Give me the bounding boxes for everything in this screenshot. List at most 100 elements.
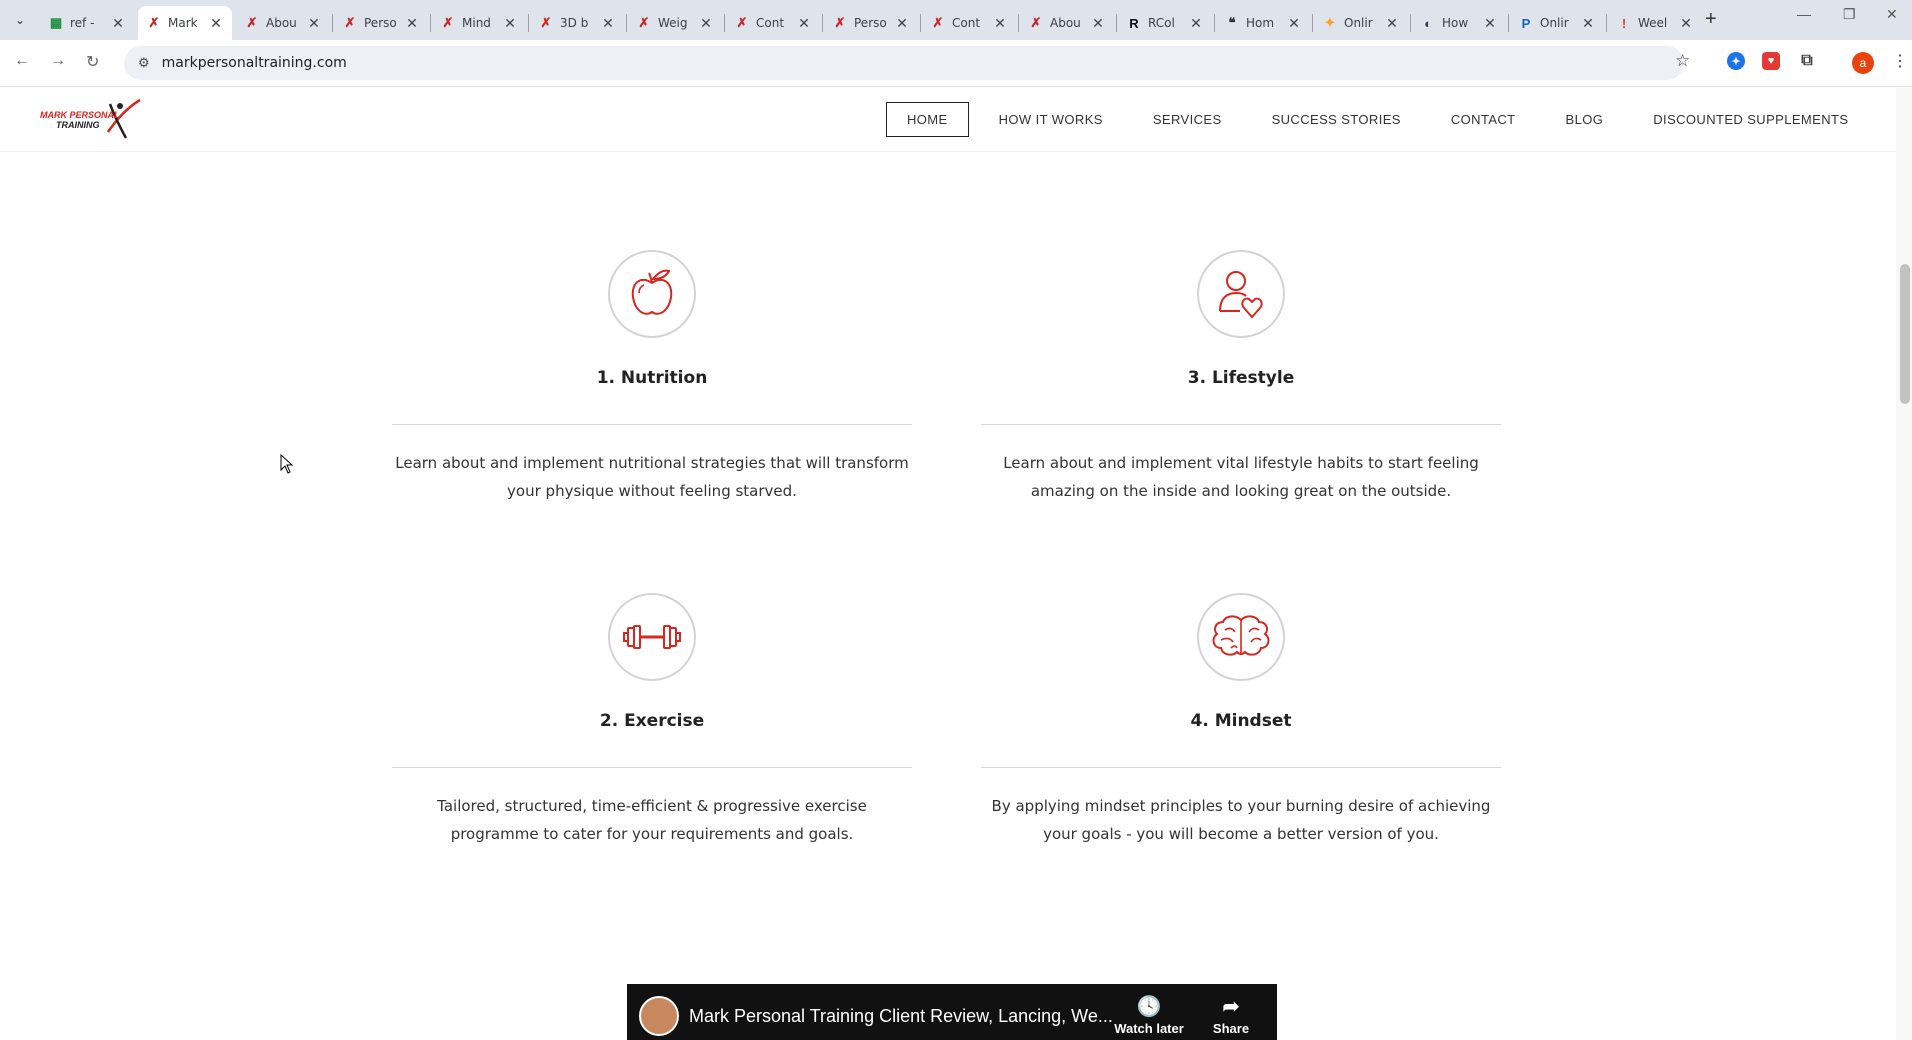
site-logo[interactable]: MARK PERSONAL TRAINING — [38, 98, 146, 140]
tab-title: Onlir — [1344, 16, 1373, 30]
youtube-video-embed[interactable]: Mark Personal Training Client Review, La… — [627, 984, 1277, 1040]
back-icon[interactable]: ← — [14, 52, 30, 70]
browser-tab[interactable]: ✗ Perso ✕ — [334, 6, 428, 40]
browser-tab[interactable]: ✗ Abou ✕ — [1020, 6, 1114, 40]
browser-tab[interactable]: ✗ Perso ✕ — [824, 6, 918, 40]
close-tab-icon[interactable]: ✕ — [404, 15, 420, 32]
close-tab-icon[interactable]: ✕ — [1678, 15, 1694, 32]
tab-title: Perso — [854, 16, 887, 30]
new-tab-button[interactable]: + — [1705, 8, 1717, 31]
feature-description: Learn about and implement nutritional st… — [395, 454, 909, 500]
tab-title: Mind — [462, 16, 491, 30]
nav-item-services[interactable]: SERVICES — [1133, 103, 1242, 136]
feature-icon-circle — [608, 593, 696, 681]
browser-tab[interactable]: ❝ Hom ✕ — [1216, 6, 1310, 40]
tab-title: Onlir — [1540, 16, 1569, 30]
extension-icon[interactable]: ✦ — [1727, 52, 1745, 70]
tab-title: Hom — [1246, 16, 1275, 30]
tab-title: Weig — [658, 16, 688, 30]
profile-avatar[interactable]: a — [1852, 52, 1874, 74]
tab-title: Abou — [266, 16, 297, 30]
browser-toolbar: ← → ↻ ⚙ markpersonaltraining.com ☆ ✦ ♥ ⧉… — [0, 40, 1912, 87]
browser-tab[interactable]: ✗ Mark ✕ — [138, 6, 232, 40]
nav-item-blog[interactable]: BLOG — [1546, 103, 1624, 136]
share-button[interactable]: ➦ Share — [1191, 994, 1271, 1036]
browser-tab[interactable]: ✗ 3D b ✕ — [530, 6, 624, 40]
close-tab-icon[interactable]: ✕ — [698, 15, 714, 32]
restore-icon[interactable]: ❐ — [1843, 6, 1856, 23]
sheets-icon: ▦ — [49, 15, 63, 30]
close-tab-icon[interactable]: ✕ — [110, 15, 126, 32]
mpt-icon: ✗ — [638, 15, 650, 30]
browser-menu-icon[interactable]: ⋮ — [1892, 51, 1908, 71]
close-tab-icon[interactable]: ✕ — [1188, 15, 1204, 32]
nav-item-discounted-supplements[interactable]: DISCOUNTED SUPPLEMENTS — [1633, 103, 1868, 136]
nav-item-success-stories[interactable]: SUCCESS STORIES — [1252, 103, 1421, 136]
browser-tab[interactable]: ✗ Cont ✕ — [922, 6, 1016, 40]
p-icon: P — [1521, 15, 1531, 31]
browser-tab[interactable]: ▦ ref - ✕ — [40, 6, 134, 40]
rc-icon: R — [1129, 15, 1139, 31]
tab-search-dropdown-icon[interactable]: ⌄ — [8, 8, 32, 32]
tab-title: Mark — [168, 16, 198, 30]
feature-mindset: 4. Mindset By applying mindset principle… — [981, 593, 1501, 848]
reload-icon[interactable]: ↻ — [86, 52, 99, 72]
adblock-extension-icon[interactable]: ♥ — [1762, 52, 1780, 70]
globe-icon: ◐ — [1424, 15, 1432, 31]
browser-tab[interactable]: ✦ Onlir ✕ — [1314, 6, 1408, 40]
close-tab-icon[interactable]: ✕ — [600, 15, 616, 32]
tab-separator — [430, 14, 431, 32]
clock-icon: 🕓 — [1136, 996, 1162, 1018]
close-tab-icon[interactable]: ✕ — [796, 15, 812, 32]
close-tab-icon[interactable]: ✕ — [894, 15, 910, 32]
nav-item-home[interactable]: HOME — [886, 102, 969, 137]
watch-later-button[interactable]: 🕓 Watch later — [1109, 994, 1189, 1036]
browser-tab[interactable]: ! Weel ✕ — [1608, 6, 1702, 40]
close-tab-icon[interactable]: ✕ — [1384, 15, 1400, 32]
nav-item-contact[interactable]: CONTACT — [1431, 103, 1536, 136]
tab-separator — [1214, 14, 1215, 32]
page-scrollbar[interactable] — [1896, 88, 1912, 1040]
close-tab-icon[interactable]: ✕ — [1090, 15, 1106, 32]
tab-separator — [1508, 14, 1509, 32]
address-bar[interactable]: ⚙ markpersonaltraining.com — [124, 46, 1684, 80]
close-tab-icon[interactable]: ✕ — [306, 15, 322, 32]
feature-title: 1. Nutrition — [596, 368, 708, 388]
browser-tab[interactable]: ✗ Mind ✕ — [432, 6, 526, 40]
tab-title: Abou — [1050, 16, 1081, 30]
watch-later-label: Watch later — [1114, 1021, 1184, 1036]
tab-separator — [1116, 14, 1117, 32]
forward-icon[interactable]: → — [50, 52, 66, 70]
browser-tab[interactable]: ✗ Weig ✕ — [628, 6, 722, 40]
close-tab-icon[interactable]: ✕ — [1482, 15, 1498, 32]
close-tab-icon[interactable]: ✕ — [502, 15, 518, 32]
channel-avatar[interactable] — [639, 996, 679, 1036]
nav-item-how-it-works[interactable]: HOW IT WORKS — [979, 103, 1123, 136]
browser-tab[interactable]: R RCol ✕ — [1118, 6, 1212, 40]
video-title[interactable]: Mark Personal Training Client Review, La… — [689, 1006, 1113, 1027]
apple-icon — [631, 269, 673, 315]
dumbbell-icon — [623, 625, 681, 649]
feature-icon-circle — [1197, 250, 1285, 338]
close-window-icon[interactable]: ✕ — [1886, 6, 1898, 23]
feature-exercise: 2. Exercise Tailored, structured, time-e… — [392, 593, 912, 848]
bookmark-star-icon[interactable]: ☆ — [1675, 51, 1690, 71]
tab-title: RCol — [1148, 16, 1175, 30]
close-tab-icon[interactable]: ✕ — [1286, 15, 1302, 32]
scrollbar-thumb[interactable] — [1900, 264, 1910, 404]
share-arrow-icon: ➦ — [1222, 996, 1240, 1018]
close-tab-icon[interactable]: ✕ — [992, 15, 1008, 32]
browser-tab[interactable]: ✗ Cont ✕ — [726, 6, 820, 40]
tab-title: 3D b — [560, 16, 589, 30]
feature-title: 4. Mindset — [1190, 711, 1292, 731]
browser-tab[interactable]: P Onlir ✕ — [1510, 6, 1604, 40]
extensions-puzzle-icon[interactable]: ⧉ — [1798, 52, 1816, 70]
minimize-icon[interactable]: — — [1797, 6, 1811, 22]
browser-tab[interactable]: ◐ How ✕ — [1412, 6, 1506, 40]
close-tab-icon[interactable]: ✕ — [208, 15, 224, 32]
logo-line1: MARK PERSONAL — [40, 110, 120, 120]
site-info-icon[interactable]: ⚙ — [138, 55, 150, 71]
close-tab-icon[interactable]: ✕ — [1580, 15, 1596, 32]
figure-icon: ✦ — [1324, 15, 1336, 30]
browser-tab[interactable]: ✗ Abou ✕ — [236, 6, 330, 40]
